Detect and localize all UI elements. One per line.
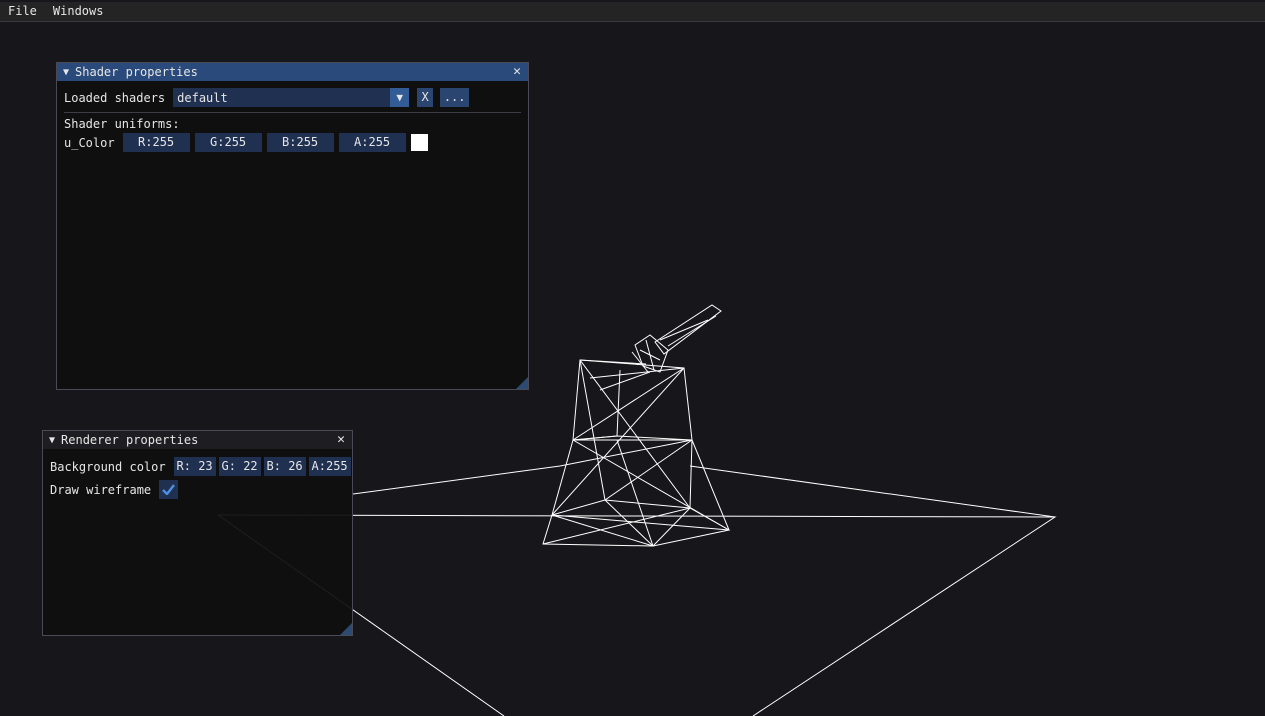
bg-b-field[interactable]: B: 26 <box>263 457 306 476</box>
background-color-label: Background color <box>50 459 166 474</box>
window-title: Renderer properties <box>61 433 199 447</box>
close-icon[interactable]: ✕ <box>510 63 524 81</box>
collapse-arrow-icon[interactable]: ▼ <box>49 435 55 446</box>
resize-grip[interactable] <box>340 623 352 635</box>
wireframe-checkbox[interactable] <box>159 480 179 499</box>
shader-window-titlebar[interactable]: ▼ Shader properties ✕ <box>57 63 528 81</box>
u-color-r-field[interactable]: R:255 <box>122 133 190 152</box>
u-color-swatch[interactable] <box>410 134 428 151</box>
resize-grip[interactable] <box>516 377 528 389</box>
dropdown-arrow-icon[interactable]: ▼ <box>390 88 410 107</box>
selected-shader-value: default <box>177 90 228 105</box>
barrel <box>654 304 722 355</box>
u-color-g-field[interactable]: G:255 <box>194 133 262 152</box>
main-menubar: File Windows <box>0 2 1265 22</box>
u-color-b-field[interactable]: B:255 <box>266 133 334 152</box>
shader-select[interactable]: default ▼ <box>173 88 410 107</box>
menu-file[interactable]: File <box>0 2 45 21</box>
clear-shader-button[interactable]: X <box>417 88 434 107</box>
draw-wireframe-label: Draw wireframe <box>50 482 152 497</box>
uniform-name-label: u_Color <box>64 135 115 150</box>
collapse-arrow-icon[interactable]: ▼ <box>63 67 69 78</box>
window-title: Shader properties <box>75 65 198 79</box>
bg-a-field[interactable]: A:255 <box>308 457 351 476</box>
separator <box>64 112 521 113</box>
u-color-a-field[interactable]: A:255 <box>338 133 406 152</box>
bg-r-field[interactable]: R: 23 <box>173 457 216 476</box>
shader-uniforms-heading: Shader uniforms: <box>64 116 180 131</box>
browse-shader-button[interactable]: ... <box>440 88 470 107</box>
loaded-shaders-label: Loaded shaders <box>64 90 166 105</box>
bg-g-field[interactable]: G: 22 <box>218 457 261 476</box>
checkmark-icon <box>162 484 176 495</box>
close-icon[interactable]: ✕ <box>334 431 348 449</box>
shader-properties-window[interactable]: ▼ Shader properties ✕ Loaded shaders def… <box>56 62 529 390</box>
renderer-properties-window[interactable]: ▼ Renderer properties ✕ Background color… <box>42 430 353 636</box>
tower-base <box>542 499 731 547</box>
renderer-window-titlebar[interactable]: ▼ Renderer properties ✕ <box>43 431 352 449</box>
menu-windows[interactable]: Windows <box>45 2 112 21</box>
